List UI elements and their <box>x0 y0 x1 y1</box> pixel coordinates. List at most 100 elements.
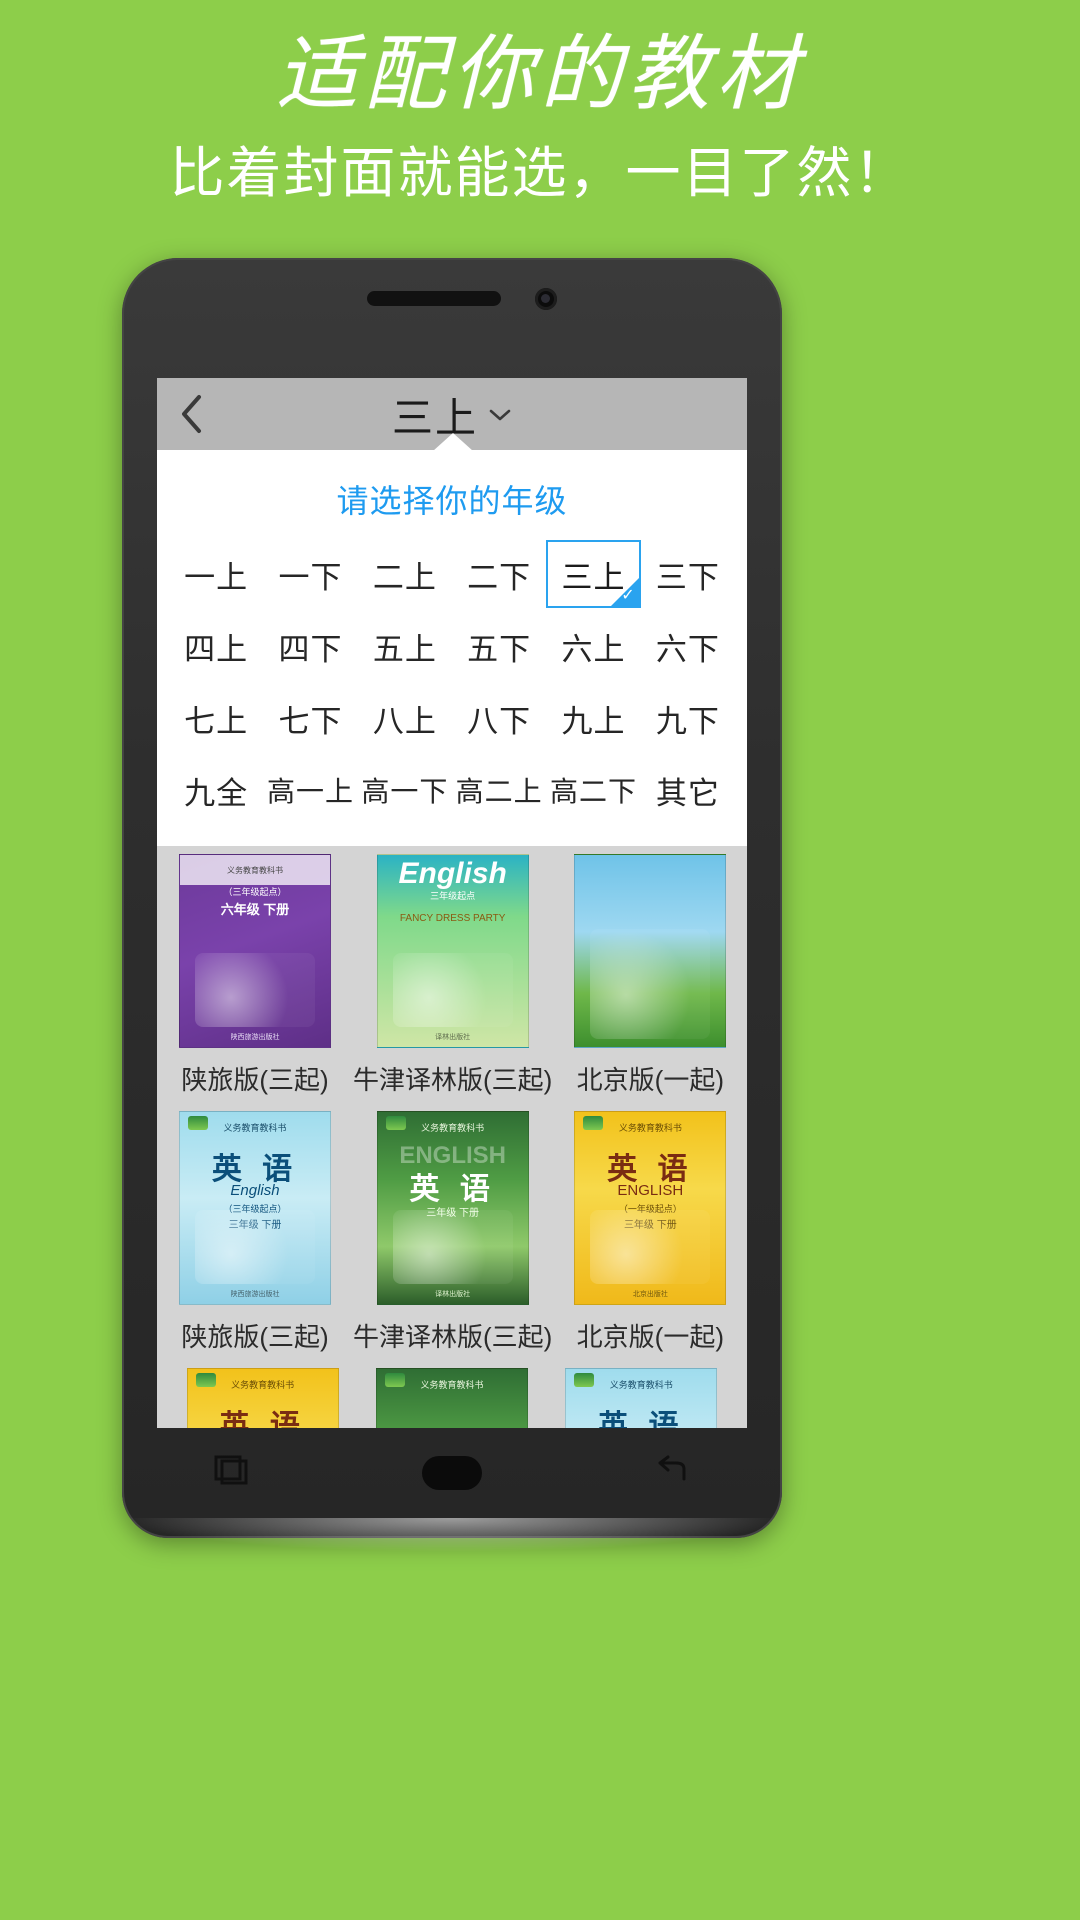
grade-option[interactable]: 高二下 <box>546 756 640 824</box>
grade-option[interactable]: 五下 <box>452 612 546 680</box>
phone-base-glow <box>122 1518 782 1552</box>
textbook-cover[interactable]: 义务教育教科书 英 语 <box>375 1368 528 1428</box>
cover-band: 义务教育教科书 <box>231 1379 295 1390</box>
textbook-label: 牛津译林版(三起) <box>353 1065 553 1095</box>
back-arrow-icon <box>650 1451 694 1496</box>
textbook-cover[interactable]: 义务教育教科书 ENGLISH 英 语 三年级 下册 译林出版社 <box>376 1111 529 1305</box>
phone-mockup: 三上 请选择你的年级 一上 一下 二上 二下 三上 ✓ 三下 四上 四下 五上 … <box>122 258 782 1538</box>
grade-label: 高二上 <box>455 776 543 807</box>
grade-label: 二下 <box>467 559 532 595</box>
textbook-item[interactable]: 义务教育教科书 英 语 English （三年级起点） <box>558 1368 725 1428</box>
dropdown-heading: 请选择你的年级 <box>336 483 568 519</box>
grade-option[interactable]: 九上 <box>546 684 640 752</box>
cover-band: 义务教育教科书 <box>420 1379 484 1390</box>
recents-icon <box>210 1451 254 1496</box>
grade-option[interactable]: 其它 <box>641 756 735 824</box>
grade-label: 一下 <box>278 559 343 595</box>
grade-option[interactable]: 七下 <box>263 684 357 752</box>
grade-option[interactable]: 二上 <box>358 540 452 608</box>
cover-band: 义务教育教科书 <box>609 1379 673 1390</box>
grade-label: 九全 <box>184 775 249 811</box>
check-icon: ✓ <box>621 587 636 604</box>
cover-subtitle: ENGLISH <box>617 1182 684 1199</box>
textbook-label: 北京版(一起) <box>576 1322 724 1352</box>
textbook-cover[interactable]: 义务教育教科书 （三年级起点） 六年级 下册 陕西旅游出版社 <box>179 854 331 1048</box>
grade-option[interactable]: 五上 <box>358 612 452 680</box>
grade-option[interactable]: 八下 <box>452 684 546 752</box>
grade-label: 三下 <box>655 559 720 595</box>
cover-title: 英 语 <box>598 1410 685 1428</box>
textbook-item[interactable]: 义务教育教科书 ENGLISH 英 语 三年级 下册 译林出版社 牛津译林版(三… <box>353 1111 552 1354</box>
grade-label: 六上 <box>561 631 626 667</box>
grade-option[interactable]: 二下 <box>452 540 546 608</box>
grade-label: 五下 <box>467 631 532 667</box>
grade-option[interactable]: 六下 <box>641 612 735 680</box>
page-subtitle: 比着封面就能选，一目了然！ <box>169 142 911 204</box>
grade-label: 七下 <box>278 703 343 739</box>
cover-title: 英 语 <box>377 1421 527 1428</box>
textbook-row: 义务教育教科书 英 语 ENGLISH （一年级起点） 义务教育教科书 英 语 <box>179 1368 725 1428</box>
textbook-item[interactable]: 义务教育教科书 英 语 ENGLISH （一年级起点） 三年级 下册 北京出版社… <box>574 1111 727 1354</box>
dropdown-caret <box>433 433 473 451</box>
grade-option[interactable]: 高一上 <box>263 756 357 824</box>
textbook-cover[interactable] <box>574 854 727 1048</box>
cover-band: 义务教育教科书 <box>421 1122 485 1133</box>
textbook-item[interactable]: 义务教育教科书 英 语 ENGLISH （一年级起点） <box>179 1368 346 1428</box>
grade-label: 六下 <box>655 631 720 667</box>
cover-publisher: 北京出版社 <box>632 1291 668 1298</box>
cover-illustration <box>195 1210 315 1284</box>
cover-subtitle: English <box>230 1182 280 1199</box>
textbook-cover[interactable]: 义务教育教科书 英 语 ENGLISH （一年级起点） <box>186 1368 339 1428</box>
textbook-cover[interactable]: 义务教育教科书 英 语 English （三年级起点） 三年级 下册 陕西旅游出… <box>179 1111 331 1305</box>
grade-option[interactable]: 三下 <box>641 540 735 608</box>
grade-option[interactable]: 七上 <box>169 684 263 752</box>
textbook-label: 北京版(一起) <box>576 1065 724 1095</box>
grade-label: 高二下 <box>549 776 637 807</box>
cover-title: 英 语 <box>219 1410 306 1428</box>
cover-publisher: 译林出版社 <box>435 1034 471 1041</box>
textbook-cover[interactable]: 义务教育教科书 英 语 ENGLISH （一年级起点） 三年级 下册 北京出版社 <box>574 1111 727 1305</box>
textbook-label: 陕旅版(三起) <box>181 1065 329 1095</box>
grade-label: 九上 <box>561 703 626 739</box>
front-camera <box>535 288 557 310</box>
textbook-item[interactable]: 义务教育教科书 英 语 English （三年级起点） 三年级 下册 陕西旅游出… <box>179 1111 331 1354</box>
grade-option[interactable]: 八上 <box>358 684 452 752</box>
grade-label: 四下 <box>278 631 343 667</box>
cover-publisher: 译林出版社 <box>435 1291 471 1298</box>
grade-option[interactable]: 一上 <box>169 540 263 608</box>
grade-option-selected[interactable]: 三上 ✓ <box>546 540 641 608</box>
grade-option[interactable]: 九下 <box>641 684 735 752</box>
textbook-item[interactable]: 义务教育教科书 英 语 <box>368 1368 535 1428</box>
textbook-row: 义务教育教科书 英 语 English （三年级起点） 三年级 下册 陕西旅游出… <box>179 1111 727 1354</box>
cover-title: English <box>398 857 507 890</box>
grade-label: 高一上 <box>266 776 354 807</box>
cover-illustration <box>392 953 513 1027</box>
grade-option[interactable]: 高二上 <box>452 756 546 824</box>
textbook-item[interactable]: 义务教育教科书 （三年级起点） 六年级 下册 陕西旅游出版社 陕旅版(三起) <box>179 854 331 1097</box>
recents-button[interactable] <box>202 1445 262 1501</box>
cover-illustration <box>590 929 711 1039</box>
home-button[interactable] <box>422 1445 482 1501</box>
textbook-cover[interactable]: English 三年级起点 FANCY DRESS PARTY 译林出版社 <box>376 854 529 1048</box>
home-icon <box>422 1456 482 1490</box>
cover-title: 英 语 <box>409 1173 496 1206</box>
textbook-item[interactable]: 北京版(一起) <box>574 854 727 1097</box>
grade-option[interactable]: 四上 <box>169 612 263 680</box>
grade-option[interactable]: 六上 <box>546 612 640 680</box>
back-button-soft[interactable] <box>642 1445 702 1501</box>
cover-band: 义务教育教科书 <box>180 855 330 885</box>
grade-label: 七上 <box>184 703 249 739</box>
textbook-label: 牛津译林版(三起) <box>353 1322 553 1352</box>
grade-option[interactable]: 高一下 <box>358 756 452 824</box>
grade-label: 八下 <box>467 703 532 739</box>
textbook-item[interactable]: English 三年级起点 FANCY DRESS PARTY 译林出版社 牛津… <box>353 854 552 1097</box>
android-navigation-bar <box>122 1430 782 1516</box>
grade-label: 四上 <box>184 631 249 667</box>
cover-illustration <box>195 953 315 1027</box>
grade-option[interactable]: 九全 <box>169 756 263 824</box>
textbook-cover[interactable]: 义务教育教科书 英 语 English （三年级起点） <box>565 1368 718 1428</box>
cover-publisher: 陕西旅游出版社 <box>230 1291 280 1298</box>
grade-option[interactable]: 四下 <box>263 612 357 680</box>
cover-grade: 六年级 下册 <box>220 902 290 917</box>
grade-option[interactable]: 一下 <box>263 540 357 608</box>
